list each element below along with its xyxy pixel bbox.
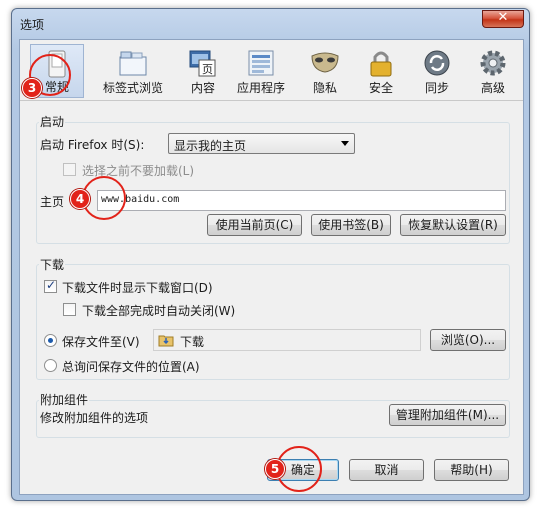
pane-advanced[interactable]: 高级 xyxy=(468,44,518,98)
always-ask-label: 总询问保存文件的位置(A) xyxy=(62,360,200,374)
sync-icon xyxy=(424,50,450,76)
show-download-window-checkbox[interactable]: ✓ xyxy=(44,278,57,293)
homepage-label: 主页 xyxy=(40,195,65,209)
folder-download-icon xyxy=(158,335,174,347)
pane-label: 高级 xyxy=(480,81,505,95)
close-when-done-label: 下载全部完成时自动关闭(W) xyxy=(82,304,236,318)
pane-label: 内容 xyxy=(190,81,215,95)
options-window: 选项 ✕ 常规 标签式浏览 页 内容 应用程序 隐私 安全 同步 高级 3 启动… xyxy=(11,8,530,501)
pane-label: 标签式浏览 xyxy=(102,81,163,95)
close-when-done-checkbox[interactable] xyxy=(63,303,76,316)
annotation-badge-4: 4 xyxy=(70,189,90,209)
security-lock-icon xyxy=(370,51,392,77)
startup-when-value: 显示我的主页 xyxy=(174,139,247,153)
addons-group-title: 附加组件 xyxy=(39,391,90,408)
svg-text:页: 页 xyxy=(202,63,213,76)
checkmark-icon: ✓ xyxy=(46,278,57,292)
privacy-mask-icon xyxy=(311,52,339,73)
addons-description: 修改附加组件的选项 xyxy=(40,411,149,425)
pane-label: 隐私 xyxy=(312,81,337,95)
restore-default-button[interactable]: 恢复默认设置(R) xyxy=(400,214,506,236)
close-button[interactable]: ✕ xyxy=(482,10,524,28)
annotation-badge-5: 5 xyxy=(265,459,285,479)
help-button[interactable]: 帮助(H) xyxy=(434,459,509,481)
startup-when-select[interactable]: 显示我的主页 xyxy=(168,133,355,154)
content-icon: 页 xyxy=(189,50,216,77)
pane-security[interactable]: 安全 xyxy=(356,44,406,98)
homepage-input[interactable]: www.baidu.com xyxy=(97,190,506,211)
save-to-label: 保存文件至(V) xyxy=(62,335,140,349)
tabs-icon xyxy=(119,51,147,76)
startup-group-title: 启动 xyxy=(39,113,66,130)
dialog-body: 常规 标签式浏览 页 内容 应用程序 隐私 安全 同步 高级 3 启动 启动 F… xyxy=(19,39,524,495)
pane-sync[interactable]: 同步 xyxy=(412,44,462,98)
pane-content[interactable]: 页 内容 xyxy=(180,44,226,98)
manage-addons-button[interactable]: 管理附加组件(M)... xyxy=(389,404,506,426)
pane-applications[interactable]: 应用程序 xyxy=(230,44,292,98)
download-folder-field: 下载 xyxy=(153,329,421,351)
chevron-down-icon xyxy=(341,141,349,146)
download-folder-name: 下载 xyxy=(180,335,205,349)
startup-when-label: 启动 Firefox 时(S): xyxy=(40,138,145,152)
use-current-page-button[interactable]: 使用当前页(C) xyxy=(207,214,302,236)
show-download-window-label: 下载文件时显示下载窗口(D) xyxy=(62,281,213,295)
radio-selected-dot xyxy=(48,338,53,343)
use-bookmark-button[interactable]: 使用书签(B) xyxy=(311,214,391,236)
close-icon: ✕ xyxy=(497,10,509,25)
dont-load-tabs-checkbox[interactable] xyxy=(63,163,76,176)
pane-privacy[interactable]: 隐私 xyxy=(300,44,350,98)
applications-icon xyxy=(248,50,274,76)
browse-button[interactable]: 浏览(O)... xyxy=(430,329,506,351)
annotation-badge-3: 3 xyxy=(22,78,42,98)
preferences-toolbar: 常规 标签式浏览 页 内容 应用程序 隐私 安全 同步 高级 3 xyxy=(20,40,523,101)
title-bar[interactable]: 选项 ✕ xyxy=(12,9,529,39)
downloads-group-title: 下载 xyxy=(39,256,66,273)
pane-label: 应用程序 xyxy=(236,81,285,95)
advanced-gear-icon xyxy=(480,50,506,76)
cancel-button[interactable]: 取消 xyxy=(349,459,424,481)
save-to-radio[interactable] xyxy=(44,334,57,347)
pane-label: 安全 xyxy=(368,81,393,95)
pane-tabs[interactable]: 标签式浏览 xyxy=(92,44,174,98)
pane-label: 同步 xyxy=(424,81,449,95)
window-title: 选项 xyxy=(20,18,45,32)
always-ask-radio[interactable] xyxy=(44,359,57,372)
